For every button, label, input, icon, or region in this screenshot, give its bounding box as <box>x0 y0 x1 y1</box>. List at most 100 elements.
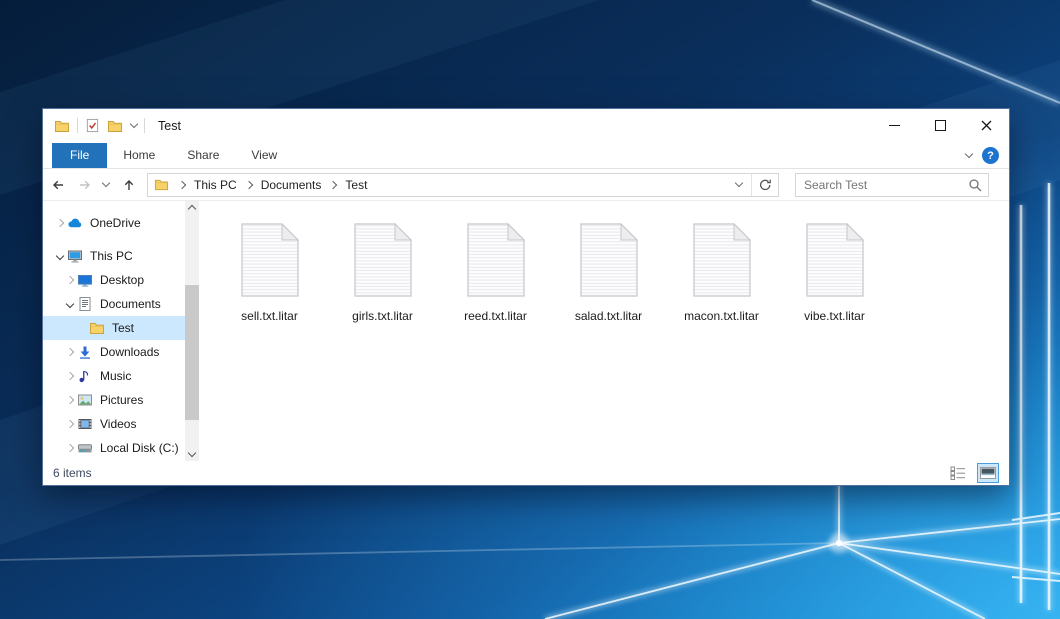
desktop-icon <box>77 272 93 288</box>
back-button[interactable] <box>43 177 73 193</box>
navigation-pane: OneDrive This PC Desktop Documents <box>43 201 185 461</box>
file-item[interactable]: sell.txt.litar <box>213 223 326 323</box>
up-button[interactable] <box>115 177 143 193</box>
thumbnail-view-icon <box>980 467 996 479</box>
sidebar-item-label: Desktop <box>100 273 144 287</box>
refresh-icon <box>758 178 772 192</box>
sidebar-item-this-pc[interactable]: This PC <box>43 244 185 268</box>
items-count: 6 items <box>53 466 92 480</box>
tab-view[interactable]: View <box>235 143 293 168</box>
recent-locations-button[interactable] <box>97 183 115 186</box>
breadcrumb-separator-icon <box>244 180 252 188</box>
downloads-icon <box>77 344 93 360</box>
search-button[interactable] <box>962 178 988 192</box>
minimize-icon <box>889 125 900 126</box>
collapse-chevron-icon[interactable] <box>56 252 64 260</box>
scrollbar-thumb[interactable] <box>185 285 199 420</box>
expand-chevron-icon[interactable] <box>66 276 74 284</box>
breadcrumb-separator-icon <box>329 180 337 188</box>
address-dropdown-button[interactable] <box>727 174 751 196</box>
tab-share[interactable]: Share <box>171 143 235 168</box>
recent-locations-chevron-icon <box>102 179 110 187</box>
expand-chevron-icon[interactable] <box>66 348 74 356</box>
forward-button[interactable] <box>73 177 97 193</box>
file-item[interactable]: salad.txt.litar <box>552 223 665 323</box>
breadcrumb-separator-icon <box>178 180 186 188</box>
local-disk-icon <box>77 440 93 456</box>
breadcrumb-item-documents[interactable]: Documents <box>260 176 323 194</box>
tab-home[interactable]: Home <box>107 143 171 168</box>
file-name: girls.txt.litar <box>352 309 413 323</box>
file-item[interactable]: vibe.txt.litar <box>778 223 891 323</box>
title-bar[interactable]: Test <box>43 109 1009 142</box>
address-bar[interactable]: This PC Documents Test <box>147 173 779 197</box>
sidebar-item-label: OneDrive <box>90 216 141 230</box>
generic-document-icon <box>241 223 299 297</box>
sidebar-item-music[interactable]: Music <box>43 364 185 388</box>
sidebar-scrollbar[interactable] <box>185 201 199 461</box>
file-list[interactable]: sell.txt.litar girls.txt.litar reed.txt.… <box>199 201 1009 461</box>
file-name: reed.txt.litar <box>464 309 527 323</box>
file-item[interactable]: girls.txt.litar <box>326 223 439 323</box>
chevron-down-icon <box>188 449 196 457</box>
sidebar-item-videos[interactable]: Videos <box>43 412 185 436</box>
sidebar-item-test[interactable]: Test <box>43 316 185 340</box>
back-arrow-icon <box>50 177 66 193</box>
details-view-button[interactable] <box>947 463 969 483</box>
music-icon <box>77 368 93 384</box>
window-title: Test <box>158 119 181 133</box>
file-name: vibe.txt.litar <box>804 309 865 323</box>
sidebar-item-pictures[interactable]: Pictures <box>43 388 185 412</box>
quick-access-toolbar: Test <box>43 118 181 134</box>
onedrive-cloud-icon <box>67 215 83 231</box>
sidebar-item-label: Local Disk (C:) <box>100 441 179 455</box>
scrollbar-up-button[interactable] <box>185 201 199 217</box>
generic-document-icon <box>354 223 412 297</box>
breadcrumb-item-test[interactable]: Test <box>344 176 368 194</box>
toolbar-separator <box>144 118 145 133</box>
new-folder-icon[interactable] <box>107 118 123 134</box>
search-icon <box>968 178 982 192</box>
ribbon-tab-bar: File Home Share View ? <box>43 142 1009 169</box>
collapse-ribbon-chevron-icon[interactable] <box>965 150 973 158</box>
refresh-button[interactable] <box>751 174 778 196</box>
navigation-bar: This PC Documents Test <box>43 169 1009 201</box>
expand-chevron-icon[interactable] <box>56 219 64 227</box>
sidebar-item-local-disk-c[interactable]: Local Disk (C:) <box>43 436 185 460</box>
search-input[interactable] <box>796 178 962 192</box>
file-name: macon.txt.litar <box>684 309 759 323</box>
up-arrow-icon <box>121 177 137 193</box>
folder-icon <box>89 320 105 336</box>
toolbar-separator <box>77 118 78 133</box>
sidebar-item-downloads[interactable]: Downloads <box>43 340 185 364</box>
expand-chevron-icon[interactable] <box>66 396 74 404</box>
expand-chevron-icon[interactable] <box>66 372 74 380</box>
collapse-chevron-icon[interactable] <box>66 300 74 308</box>
documents-icon <box>77 296 93 312</box>
expand-chevron-icon[interactable] <box>66 444 74 452</box>
sidebar-item-label: Pictures <box>100 393 143 407</box>
sidebar-item-label: Videos <box>100 417 136 431</box>
minimize-button[interactable] <box>871 109 917 142</box>
file-item[interactable]: macon.txt.litar <box>665 223 778 323</box>
sidebar-item-documents[interactable]: Documents <box>43 292 185 316</box>
thumbnail-view-button[interactable] <box>977 463 999 483</box>
breadcrumb-item-this-pc[interactable]: This PC <box>193 176 238 194</box>
tab-file[interactable]: File <box>52 143 107 168</box>
forward-arrow-icon <box>77 177 93 193</box>
details-view-icon <box>950 466 966 480</box>
expand-chevron-icon[interactable] <box>66 420 74 428</box>
sidebar-item-onedrive[interactable]: OneDrive <box>43 211 185 235</box>
maximize-button[interactable] <box>917 109 963 142</box>
search-box[interactable] <box>795 173 989 197</box>
videos-icon <box>77 416 93 432</box>
file-item[interactable]: reed.txt.litar <box>439 223 552 323</box>
scrollbar-down-button[interactable] <box>185 445 199 461</box>
properties-check-icon[interactable] <box>85 118 100 133</box>
sidebar-item-label: Documents <box>100 297 161 311</box>
sidebar-item-desktop[interactable]: Desktop <box>43 268 185 292</box>
desktop: Test File Home Share View ? <box>0 0 1060 619</box>
help-icon[interactable]: ? <box>982 147 999 164</box>
customize-quick-access-chevron-icon[interactable] <box>130 120 138 128</box>
close-button[interactable] <box>963 109 1009 142</box>
